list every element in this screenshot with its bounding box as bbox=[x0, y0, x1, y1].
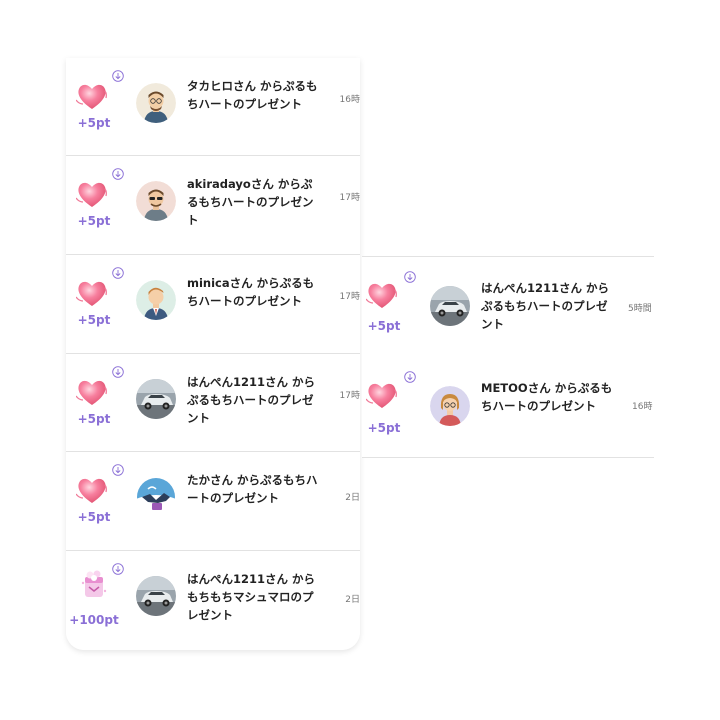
download-icon[interactable] bbox=[112, 366, 124, 378]
heart-icon bbox=[76, 277, 108, 309]
download-icon[interactable] bbox=[112, 168, 124, 180]
timestamp: 17時 bbox=[339, 292, 360, 302]
message-text: はんぺん1211さん からもちもちマシュマロのプレゼント bbox=[187, 572, 316, 622]
avatar-suit-man[interactable] bbox=[136, 280, 176, 320]
avatar-car-photo[interactable] bbox=[430, 286, 470, 326]
timestamp: 2日 bbox=[345, 493, 360, 503]
points-label: +5pt bbox=[77, 510, 111, 524]
message-text: はんぺん1211さん からぷるもちハートのプレゼント bbox=[481, 281, 610, 331]
timestamp: 16時 bbox=[339, 95, 360, 105]
message-text: akiradayoさん からぷるもちハートのプレゼント bbox=[187, 177, 314, 227]
download-icon[interactable] bbox=[112, 267, 124, 279]
avatar-girl-glasses[interactable] bbox=[430, 386, 470, 426]
gift-history-list-left: +5pt タカヒロさん からぷるもちハートのプレゼント 16時 +5pt aki… bbox=[66, 58, 360, 650]
points-label: +5pt bbox=[367, 319, 401, 333]
marshmallow-icon bbox=[80, 569, 108, 601]
timestamp: 17時 bbox=[339, 391, 360, 401]
list-item[interactable]: +5pt はんぺん1211さん からぷるもちハートのプレゼント 17時 bbox=[66, 354, 360, 452]
heart-icon bbox=[76, 376, 108, 408]
timestamp: 17時 bbox=[339, 193, 360, 203]
message-text: はんぺん1211さん からぷるもちハートのプレゼント bbox=[187, 375, 316, 425]
download-icon[interactable] bbox=[404, 371, 416, 383]
avatar-illustration[interactable] bbox=[136, 477, 176, 517]
download-icon[interactable] bbox=[112, 70, 124, 82]
avatar-car-photo[interactable] bbox=[136, 379, 176, 419]
heart-icon bbox=[76, 80, 108, 112]
avatar-car-photo[interactable] bbox=[136, 576, 176, 616]
list-item[interactable]: +5pt タカヒロさん からぷるもちハートのプレゼント 16時 bbox=[66, 58, 360, 156]
timestamp: 5時間 bbox=[628, 304, 652, 314]
message-text: minicaさん からぷるもちハートのプレゼント bbox=[187, 276, 315, 308]
avatar-glasses-man[interactable] bbox=[136, 83, 176, 123]
heart-icon bbox=[76, 178, 108, 210]
heart-icon bbox=[366, 379, 398, 411]
points-label: +5pt bbox=[77, 214, 111, 228]
timestamp: 16時 bbox=[632, 402, 653, 412]
message-text: たかさん からぷるもちハートのプレゼント bbox=[187, 473, 318, 505]
download-icon[interactable] bbox=[112, 563, 124, 575]
message-text: METOOさん からぷるもちハートのプレゼント bbox=[481, 381, 613, 413]
list-item[interactable]: +5pt akiradayoさん からぷるもちハートのプレゼント 17時 bbox=[66, 156, 360, 255]
message-text: タカヒロさん からぷるもちハートのプレゼント bbox=[187, 79, 318, 111]
points-label: +5pt bbox=[77, 313, 111, 327]
list-item[interactable]: +5pt minicaさん からぷるもちハートのプレゼント 17時 bbox=[66, 255, 360, 354]
points-label: +5pt bbox=[77, 116, 111, 130]
timestamp: 2日 bbox=[345, 595, 360, 605]
points-label: +5pt bbox=[77, 412, 111, 426]
heart-icon bbox=[366, 279, 398, 311]
list-item[interactable]: +5pt たかさん からぷるもちハートのプレゼント 2日 bbox=[66, 452, 360, 551]
heart-icon bbox=[76, 474, 108, 506]
gift-history-list-right: +5pt はんぺん1211さん からぷるもちハートのプレゼント 5時間 +5pt… bbox=[362, 256, 654, 458]
download-icon[interactable] bbox=[404, 271, 416, 283]
list-item[interactable]: +5pt はんぺん1211さん からぷるもちハートのプレゼント 5時間 bbox=[362, 256, 654, 358]
list-item[interactable]: +100pt はんぺん1211さん からもちもちマシュマロのプレゼント 2日 bbox=[66, 551, 360, 650]
avatar-sunglasses-man[interactable] bbox=[136, 181, 176, 221]
list-item[interactable]: +5pt METOOさん からぷるもちハートのプレゼント 16時 bbox=[362, 357, 654, 458]
points-label: +5pt bbox=[367, 421, 401, 435]
points-label: +100pt bbox=[69, 613, 119, 627]
download-icon[interactable] bbox=[112, 464, 124, 476]
